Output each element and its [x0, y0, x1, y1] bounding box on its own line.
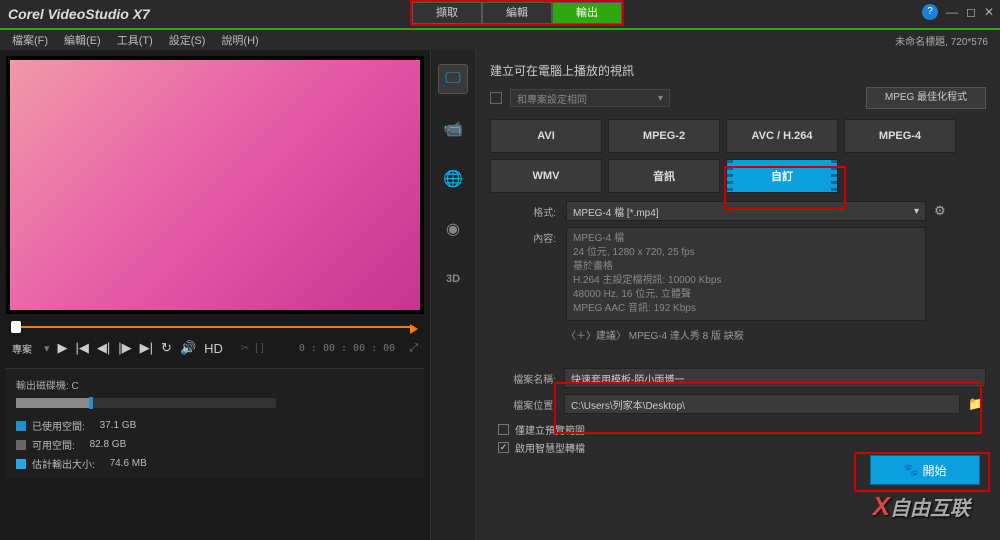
filename-label: 檔案名稱:	[490, 371, 556, 386]
disk-title: 輸出磁碟機: C	[16, 377, 414, 392]
same-as-project-dropdown[interactable]: 和專案設定相同▾	[510, 89, 670, 107]
timeline-scrubber[interactable]	[6, 318, 424, 336]
content-info: MPEG-4 檔 24 位元, 1280 x 720, 25 fps 基於畫格 …	[566, 227, 926, 321]
format-label: 格式:	[490, 201, 556, 219]
menu-setting[interactable]: 設定(S)	[169, 32, 206, 48]
rail-device-icon[interactable]: 📹	[438, 114, 468, 144]
menu-file[interactable]: 檔案(F)	[12, 32, 48, 48]
mark-disabled-icon: [ ]	[255, 343, 263, 354]
help-icon[interactable]: ?	[922, 4, 938, 20]
menu-tool[interactable]: 工具(T)	[117, 32, 153, 48]
browse-folder-icon[interactable]: 📁	[968, 396, 986, 412]
format-mpeg4[interactable]: MPEG-4	[844, 119, 956, 153]
disk-panel: 輸出磁碟機: C 已使用空間: 37.1 GB 可用空間: 82.8 GB 估計…	[6, 368, 424, 479]
preview-only-checkbox[interactable]	[498, 424, 509, 435]
rail-computer-icon[interactable]: 🖵	[438, 64, 468, 94]
mpeg-optimize-button[interactable]: MPEG 最佳化程式	[866, 87, 986, 109]
repeat-icon[interactable]: ↻	[161, 340, 172, 356]
next-frame-icon[interactable]: |▶	[118, 340, 131, 356]
content-label: 內容:	[490, 227, 556, 245]
rail-web-icon[interactable]: 🌐	[438, 164, 468, 194]
maximize-icon[interactable]: ◻	[966, 5, 976, 19]
tab-edit[interactable]: 編輯	[482, 2, 552, 24]
rail-3d-icon[interactable]: 3D	[438, 264, 468, 294]
hd-toggle[interactable]: HD	[204, 341, 223, 356]
prev-frame-icon[interactable]: ◀|	[97, 340, 110, 356]
cut-disabled-icon: ✂	[241, 343, 249, 354]
legend-used: 已使用空間: 37.1 GB	[16, 418, 414, 433]
menu-help[interactable]: 說明(H)	[221, 32, 258, 48]
disk-bar	[16, 398, 276, 408]
format-select[interactable]: MPEG-4 檔 [*.mp4]▾	[566, 201, 926, 221]
filename-input[interactable]	[564, 368, 986, 388]
project-info: 未命名標題, 720*576	[895, 33, 988, 48]
watermark: X自由互联	[873, 491, 970, 522]
legend-free: 可用空間: 82.8 GB	[16, 437, 414, 452]
timecode: 0 : 00 : 00 : 00	[299, 343, 395, 354]
profile-hint: 〈＋〉建議〉 MPEG-4 達人秀 8 版 訣竅	[566, 327, 986, 342]
legend-est: 估計輸出大小: 74.6 MB	[16, 456, 414, 471]
section-title: 建立可在電腦上播放的視訊	[490, 62, 986, 79]
format-grid: AVI MPEG-2 AVC / H.264 MPEG-4 WMV 音訊 自訂	[490, 119, 986, 193]
smart-render-checkbox[interactable]: ✓	[498, 442, 509, 453]
filepath-input[interactable]	[564, 394, 960, 414]
tab-capture[interactable]: 擷取	[412, 2, 482, 24]
format-audio[interactable]: 音訊	[608, 159, 720, 193]
home-icon[interactable]: |◀	[76, 340, 89, 356]
start-button[interactable]: 🐾 開始	[870, 455, 980, 485]
filepath-label: 檔案位置:	[490, 397, 556, 412]
volume-icon[interactable]: 🔊	[180, 340, 196, 356]
play-mode-label[interactable]: 專案	[12, 341, 32, 356]
format-wmv[interactable]: WMV	[490, 159, 602, 193]
rail-disc-icon[interactable]: ◉	[438, 214, 468, 244]
format-settings-icon[interactable]: ⚙	[934, 203, 946, 219]
preview-frame	[6, 56, 424, 314]
format-custom[interactable]: 自訂	[726, 159, 838, 193]
menu-edit[interactable]: 編輯(E)	[64, 32, 101, 48]
same-as-project-checkbox[interactable]	[490, 92, 502, 104]
format-mpeg2[interactable]: MPEG-2	[608, 119, 720, 153]
top-tabs: 擷取 編輯 輸出	[410, 0, 624, 26]
format-avi[interactable]: AVI	[490, 119, 602, 153]
close-icon[interactable]: ✕	[984, 5, 994, 19]
minimize-icon[interactable]: —	[946, 5, 958, 19]
smart-render-label: 啟用智慧型轉檔	[515, 440, 585, 455]
preview-video	[10, 60, 420, 310]
expand-icon[interactable]: ⤢	[409, 342, 418, 355]
preview-only-label: 僅建立預覽範圍	[515, 422, 585, 437]
tab-output[interactable]: 輸出	[552, 2, 622, 24]
end-icon[interactable]: ▶|	[140, 340, 153, 356]
play-icon[interactable]: ▶	[58, 340, 68, 356]
output-type-rail: 🖵 📹 🌐 ◉ 3D	[430, 50, 476, 540]
app-title: Corel VideoStudio X7	[8, 6, 150, 22]
start-paw-icon: 🐾	[904, 463, 919, 477]
format-avc[interactable]: AVC / H.264	[726, 119, 838, 153]
